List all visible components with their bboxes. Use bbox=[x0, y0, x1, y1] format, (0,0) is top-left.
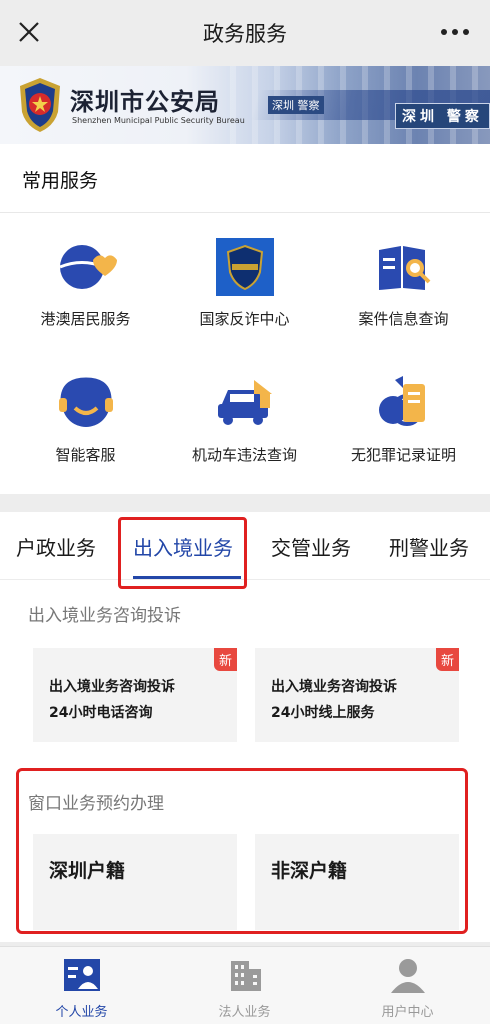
card-line2: 24小时线上服务 bbox=[271, 705, 375, 721]
page-title: 政务服务 bbox=[203, 22, 287, 46]
card-line1: 出入境业务咨询投诉 bbox=[49, 679, 175, 695]
service-vehicle-violation[interactable]: 机动车违法查询 bbox=[163, 372, 326, 465]
bottom-nav: 个人业务 法人业务 用户中心 bbox=[0, 946, 490, 1024]
service-label: 国家反诈中心 bbox=[199, 310, 290, 328]
nav-corporate-business[interactable]: 法人业务 bbox=[163, 955, 326, 1020]
service-hk-macau-resident[interactable]: 港澳居民服务 bbox=[4, 236, 167, 329]
consult-phone-card[interactable]: 出入境业务咨询投诉 24小时电话咨询 新 bbox=[33, 648, 237, 742]
card-label: 非深户籍 bbox=[271, 860, 348, 882]
service-label: 智能客服 bbox=[55, 446, 116, 464]
tab-highlight-box bbox=[118, 517, 247, 589]
case-query-icon bbox=[378, 246, 430, 290]
banner-sign: 深圳 警察 bbox=[395, 103, 490, 129]
service-label: 案件信息查询 bbox=[358, 310, 449, 328]
non-shenzhen-hukou-card[interactable]: 非深户籍 bbox=[255, 834, 459, 930]
tab-criminal[interactable]: 刑警业务 bbox=[389, 532, 469, 561]
hk-macau-resident-icon bbox=[58, 245, 117, 289]
service-label: 无犯罪记录证明 bbox=[350, 446, 456, 464]
org-name-en: Shenzhen Municipal Public Security Burea… bbox=[72, 116, 245, 125]
tab-bar: 户政业务 出入境业务 交管业务 刑警业务 bbox=[0, 512, 490, 589]
smart-service-icon bbox=[58, 377, 113, 427]
nav-label: 法人业务 bbox=[218, 1005, 271, 1020]
service-label: 港澳居民服务 bbox=[40, 310, 131, 328]
new-badge: 新 bbox=[213, 648, 237, 671]
title-bar: 政务服务 bbox=[0, 0, 490, 66]
user-center-icon bbox=[390, 959, 425, 993]
anti-fraud-center-icon bbox=[215, 238, 274, 296]
close-icon[interactable] bbox=[14, 17, 44, 47]
nav-personal-business[interactable]: 个人业务 bbox=[0, 955, 163, 1020]
service-smart-service[interactable]: 智能客服 bbox=[4, 372, 167, 465]
tab-traffic[interactable]: 交管业务 bbox=[271, 532, 351, 561]
header-banner: 深圳市公安局 Shenzhen Municipal Public Securit… bbox=[0, 66, 490, 144]
nav-label: 用户中心 bbox=[381, 1005, 434, 1020]
card-line1: 出入境业务咨询投诉 bbox=[271, 679, 397, 695]
nav-label: 个人业务 bbox=[55, 1005, 108, 1020]
more-icon[interactable] bbox=[438, 22, 472, 42]
consult-section-title: 出入境业务咨询投诉 bbox=[28, 606, 181, 626]
section-title: 常用服务 bbox=[22, 170, 99, 192]
card-label: 深圳户籍 bbox=[49, 860, 126, 882]
corporate-business-icon bbox=[230, 961, 261, 991]
banner-sign-small: 深圳 警察 bbox=[268, 96, 324, 114]
common-services-section: 常用服务 港澳居民服务 国家反诈中心 案件信息查询 智能客服 机动车违法查询 无… bbox=[0, 144, 490, 494]
new-badge: 新 bbox=[435, 648, 459, 671]
shenzhen-hukou-card[interactable]: 深圳户籍 bbox=[33, 834, 237, 930]
service-anti-fraud-center[interactable]: 国家反诈中心 bbox=[163, 236, 326, 329]
service-no-criminal-record[interactable]: 无犯罪记录证明 bbox=[322, 372, 485, 465]
service-case-query[interactable]: 案件信息查询 bbox=[322, 236, 485, 329]
police-emblem-icon bbox=[20, 78, 60, 132]
service-label: 机动车违法查询 bbox=[191, 446, 297, 464]
divider bbox=[0, 212, 490, 213]
appointment-section-title: 窗口业务预约办理 bbox=[28, 794, 164, 814]
consult-online-card[interactable]: 出入境业务咨询投诉 24小时线上服务 新 bbox=[255, 648, 459, 742]
vehicle-violation-icon bbox=[217, 380, 272, 425]
nav-user-center[interactable]: 用户中心 bbox=[326, 955, 489, 1020]
personal-business-icon bbox=[63, 959, 100, 991]
org-name-cn: 深圳市公安局 bbox=[70, 88, 220, 116]
no-criminal-record-icon bbox=[378, 376, 425, 426]
card-line2: 24小时电话咨询 bbox=[49, 705, 153, 721]
tab-household[interactable]: 户政业务 bbox=[16, 532, 96, 561]
